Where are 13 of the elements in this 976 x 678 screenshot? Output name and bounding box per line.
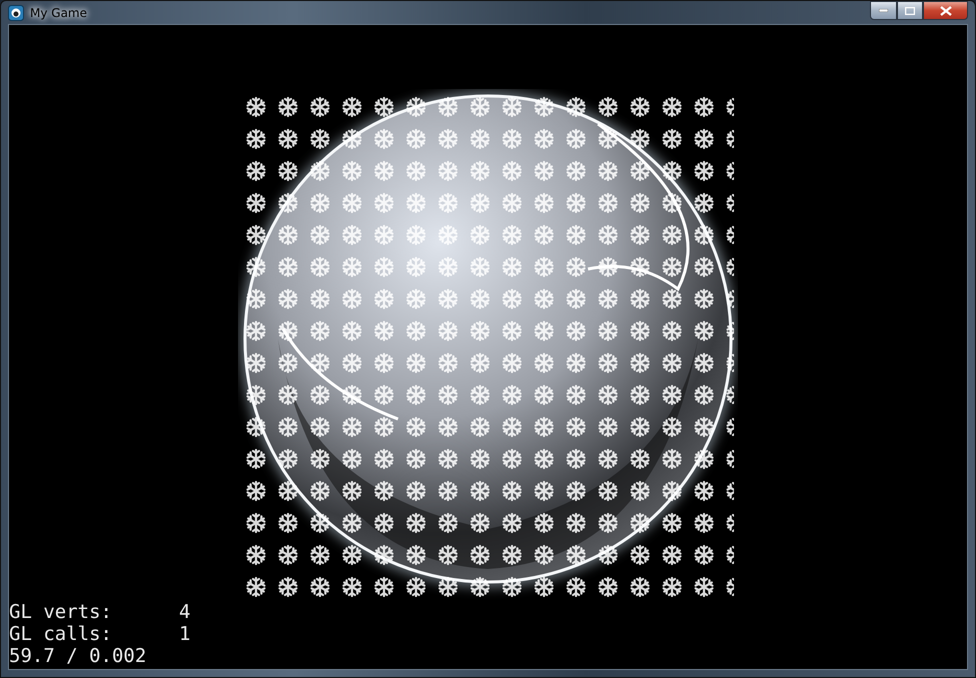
- stats-label: 59.7 / 0.002: [9, 645, 146, 667]
- close-icon: [940, 6, 952, 16]
- stats-label: GL calls:: [9, 623, 113, 645]
- stats-value: 1: [179, 623, 190, 645]
- maximize-icon: [905, 6, 915, 14]
- minimize-button[interactable]: [870, 1, 897, 20]
- app-icon: [8, 4, 24, 20]
- stats-label: GL verts:: [9, 601, 113, 623]
- stats-value: 4: [179, 601, 190, 623]
- maximize-button[interactable]: [897, 1, 923, 20]
- close-button[interactable]: [923, 1, 968, 20]
- minimize-icon: [879, 9, 888, 12]
- window-title: My Game: [30, 6, 87, 20]
